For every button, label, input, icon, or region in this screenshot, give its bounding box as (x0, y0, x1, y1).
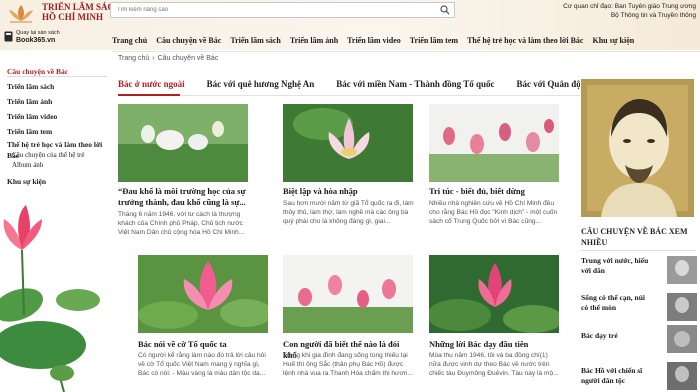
search-input[interactable] (111, 3, 431, 17)
governing-agencies: Cơ quan chỉ đạo: Ban Tuyên giáo Trung ươ… (496, 2, 696, 20)
bookstore-name: Book365.vn (16, 37, 56, 44)
sidebar-item-books[interactable]: Triển lãm sách (7, 79, 112, 94)
article-excerpt: Sau hơn mười năm từ giã Tổ quốc ra đi, l… (283, 200, 414, 226)
breadcrumb: Trang chủ › Câu chuyện về Bác (118, 55, 218, 62)
ho-chi-minh-portrait-image[interactable] (581, 79, 694, 217)
most-viewed-item[interactable]: Bác Hồ với chiến sĩ người dân tộc (581, 366, 653, 386)
search-box[interactable] (110, 2, 455, 18)
article-thumbnail[interactable] (283, 255, 413, 333)
most-viewed-item[interactable]: Trung với nước, hiếu với dân (581, 256, 653, 276)
book-icon[interactable] (4, 31, 13, 42)
article-thumbnail[interactable] (429, 255, 559, 333)
lotus-logo-icon[interactable] (6, 2, 36, 24)
article-excerpt: Có người kể rằng làm nào đó trả lời câu … (138, 352, 266, 378)
article-title[interactable]: Tri túc - biết đủ, biết dừng (429, 186, 561, 197)
tab-nghe-an[interactable]: Bác với quê hương Nghệ An (207, 79, 315, 89)
sidebar-item-stamps[interactable]: Triển lãm tem (7, 124, 112, 139)
back-to-bookstore-link[interactable]: Quay lại sàn sách Book365.vn (16, 30, 60, 44)
sidebar-item-youth[interactable]: Thế hệ trẻ học và làm theo lời Bác (7, 139, 112, 160)
article-title[interactable]: Bác nói về cờ Tổ quốc ta (138, 339, 270, 350)
sidebar-subitem-youth-stories[interactable]: Câu chuyện của thế hệ trẻ (7, 150, 112, 160)
nav-item-stories[interactable]: Câu chuyện về Bác (156, 36, 221, 45)
site-header: TRIỂN LÃM SÁCH HỒ CHÍ MINH Cơ quan chỉ đ… (0, 0, 700, 50)
article-excerpt: Trong khi gia đình đang sống túng thiếu … (283, 352, 413, 378)
article-title[interactable]: “Đau khổ là môi trường học của sự trưởng… (118, 186, 250, 208)
category-tabs: Bác ở nước ngoài Bác với quê hương Nghệ A… (118, 79, 580, 95)
breadcrumb-current[interactable]: Câu chuyện về Bác (158, 55, 219, 62)
most-viewed-item[interactable]: Sống có thể cạn, núi có thể mòn (581, 293, 653, 313)
most-viewed-thumbnail[interactable] (667, 325, 697, 353)
article-thumbnail[interactable] (118, 104, 248, 182)
nav-item-videos[interactable]: Triển lãm video (347, 36, 401, 45)
most-viewed-thumbnail[interactable] (667, 362, 697, 390)
breadcrumb-home[interactable]: Trang chủ (118, 55, 149, 62)
lotus-decoration-image (0, 205, 100, 392)
article-title[interactable]: Những lời Bác dạy đầu tiên (429, 339, 561, 350)
header-divider (112, 51, 700, 52)
nav-item-photos[interactable]: Triển lãm ảnh (290, 36, 338, 45)
left-sidebar: Câu chuyện về Bác Triển lãm sách Triển l… (7, 64, 112, 189)
tab-army-police[interactable]: Bác với Quân đội và Công an (516, 79, 580, 89)
most-viewed-item[interactable]: Bác dạy trẻ (581, 331, 653, 341)
gov-line-2: Bộ Thông tin và Truyền thông (610, 12, 696, 19)
article-title[interactable]: Biệt lập và hòa nhập (283, 186, 415, 197)
tab-south[interactable]: Bác với miền Nam - Thành đồng Tổ quốc (336, 79, 494, 89)
main-nav: Trang chủ Câu chuyện về Bác Triển lãm sách… (112, 36, 643, 48)
most-viewed-divider (581, 250, 696, 251)
most-viewed-thumbnail[interactable] (667, 256, 697, 284)
sidebar-item-stories[interactable]: Câu chuyện về Bác (7, 64, 112, 79)
back-label: Quay lại sàn sách (16, 30, 60, 36)
article-thumbnail[interactable] (283, 104, 413, 182)
tab-abroad[interactable]: Bác ở nước ngoài (118, 79, 185, 89)
most-viewed-thumbnail[interactable] (667, 293, 697, 321)
nav-item-stamps[interactable]: Triển lãm tem (410, 36, 458, 45)
nav-item-home[interactable]: Trang chủ (112, 36, 147, 45)
sidebar-item-events[interactable]: Khu sự kiện (7, 174, 112, 189)
article-thumbnail[interactable] (429, 104, 559, 182)
article-excerpt: Tháng 6 năm 1946, với tư cách là thượng … (118, 211, 245, 237)
active-tab-indicator (118, 94, 180, 96)
article-excerpt: Nhiều nhà nghiên cứu về Hồ Chí Minh đều … (429, 200, 558, 226)
gov-line-1: Cơ quan chỉ đạo: Ban Tuyên giáo Trung ươ… (563, 3, 696, 10)
article-excerpt: Mùa thu năm 1946, tôi và ba đồng chí(1) … (429, 352, 559, 378)
sidebar-item-photos[interactable]: Triển lãm ảnh (7, 94, 112, 109)
nav-item-youth[interactable]: Thế hệ trẻ học và làm theo lời Bác (467, 36, 583, 45)
nav-item-books[interactable]: Triển lãm sách (230, 36, 281, 45)
sidebar-subitem-album[interactable]: Album ảnh (7, 160, 112, 170)
breadcrumb-separator: › (152, 55, 155, 62)
tabs-underline (118, 95, 580, 96)
most-viewed-title: Câu chuyện về Bác xem nhiều (581, 227, 688, 247)
search-icon[interactable] (440, 5, 450, 15)
sidebar-item-videos[interactable]: Triển lãm video (7, 109, 112, 124)
article-thumbnail[interactable] (138, 255, 268, 333)
nav-item-events[interactable]: Khu sự kiện (592, 36, 634, 45)
